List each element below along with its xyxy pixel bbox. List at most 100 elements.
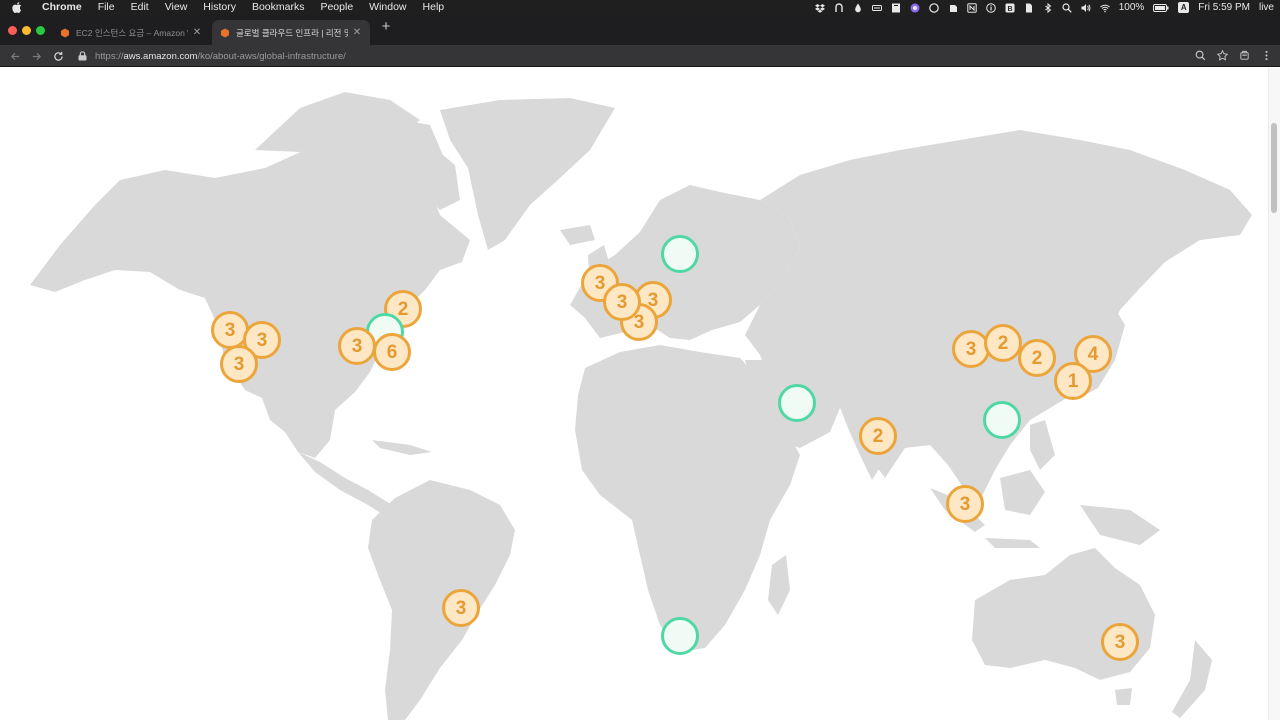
region-count: 1: [1067, 370, 1079, 392]
info-icon[interactable]: [985, 2, 996, 13]
window-maximize-button[interactable]: [36, 26, 45, 35]
region-marker-london[interactable]: 3: [603, 283, 641, 321]
upcoming-region-marker-bahrain[interactable]: [778, 384, 816, 422]
upcoming-region-marker-cape-town[interactable]: [661, 617, 699, 655]
iceland: [560, 225, 595, 245]
philippines: [1030, 420, 1055, 470]
new-zealand: [1172, 640, 1212, 718]
region-count: 3: [455, 597, 467, 619]
tab-title: 글로벌 클라우드 인프라 | 리전 및 가용: [236, 27, 348, 38]
region-count: 3: [256, 329, 268, 351]
region-marker-ningxia[interactable]: 2: [984, 324, 1022, 362]
bear-icon[interactable]: B: [1005, 3, 1015, 13]
menubar-user[interactable]: live: [1259, 2, 1274, 13]
tab-close-icon[interactable]: ✕: [192, 27, 202, 38]
window-close-button[interactable]: [8, 26, 17, 35]
browser-tab-strip: EC2 인스턴스 요금 – Amazon Web ✕ 글로벌 클라우드 인프라 …: [0, 15, 1280, 45]
menu-app-name[interactable]: Chrome: [34, 0, 90, 15]
macos-menu-bar: Chrome File Edit View History Bookmarks …: [0, 0, 1280, 15]
region-marker-sydney[interactable]: 3: [1101, 623, 1139, 661]
region-count: 3: [351, 335, 363, 357]
bluetooth-icon[interactable]: [1043, 2, 1053, 13]
url-scheme: https://: [95, 50, 124, 62]
evernote-icon[interactable]: [948, 3, 958, 13]
tab-close-icon[interactable]: ✕: [352, 27, 362, 38]
wifi-icon[interactable]: [1099, 3, 1110, 13]
region-count: 4: [1087, 343, 1099, 365]
tab-title: EC2 인스턴스 요금 – Amazon Web: [76, 27, 188, 38]
region-count: 2: [1031, 347, 1043, 369]
region-count: 3: [616, 291, 628, 313]
menu-window[interactable]: Window: [361, 0, 414, 15]
region-marker-sao-paulo[interactable]: 3: [442, 589, 480, 627]
tab-global-infrastructure[interactable]: 글로벌 클라우드 인프라 | 리전 및 가용 ✕: [212, 20, 370, 45]
search-icon[interactable]: [1062, 2, 1072, 13]
aws-favicon-icon: [60, 28, 70, 38]
upcoming-region-marker-hong-kong[interactable]: [983, 401, 1021, 439]
drop-icon[interactable]: [853, 3, 863, 13]
menu-history[interactable]: History: [195, 0, 244, 15]
region-count: 3: [224, 319, 236, 341]
address-bar[interactable]: https://aws.amazon.com/ko/about-aws/glob…: [72, 47, 1182, 65]
notion-icon[interactable]: [967, 2, 977, 13]
australia: [972, 548, 1155, 680]
region-marker-us-east-ohio[interactable]: 3: [338, 327, 376, 365]
window-minimize-button[interactable]: [22, 26, 31, 35]
region-marker-singapore[interactable]: 3: [946, 485, 984, 523]
aws-favicon-icon: [220, 28, 230, 38]
url-host: aws.amazon.com: [123, 50, 198, 62]
region-marker-us-east-virginia[interactable]: 6: [373, 333, 411, 371]
java: [985, 538, 1040, 548]
menu-people[interactable]: People: [312, 0, 361, 15]
region-count: 6: [386, 341, 398, 363]
borneo: [1000, 470, 1045, 515]
url-text[interactable]: https://aws.amazon.com/ko/about-aws/glob…: [95, 51, 346, 62]
battery-percentage: 100%: [1118, 2, 1145, 13]
menubar-clock[interactable]: Fri 5:59 PM: [1198, 2, 1250, 13]
menu-edit[interactable]: Edit: [123, 0, 157, 15]
region-marker-seoul[interactable]: 2: [1018, 339, 1056, 377]
file-icon[interactable]: [1024, 3, 1034, 13]
volume-icon[interactable]: [1081, 3, 1091, 13]
backup-icon[interactable]: [834, 2, 844, 13]
tab-ec2-pricing[interactable]: EC2 인스턴스 요금 – Amazon Web ✕: [52, 20, 210, 45]
menu-help[interactable]: Help: [415, 0, 453, 15]
region-count: 3: [233, 353, 245, 375]
extension-icon[interactable]: [1238, 49, 1250, 61]
region-count: 3: [594, 272, 606, 294]
new-tab-button[interactable]: +: [379, 19, 393, 34]
page-scrollbar[interactable]: [1268, 68, 1280, 720]
svg-text:B: B: [1007, 6, 1012, 13]
north-america-landmass: [30, 118, 470, 458]
asia: [745, 130, 1252, 500]
zoom-icon[interactable]: [1194, 49, 1206, 61]
bookmark-app-icon[interactable]: [891, 3, 901, 13]
region-marker-mumbai[interactable]: 2: [859, 417, 897, 455]
region-marker-us-west[interactable]: 3: [220, 345, 258, 383]
cuba: [372, 440, 432, 455]
battery-icon[interactable]: [1153, 3, 1169, 13]
menu-bookmarks[interactable]: Bookmarks: [244, 0, 313, 15]
apple-menu-icon[interactable]: [0, 2, 34, 13]
reload-button[interactable]: [51, 49, 65, 63]
bookmark-star-icon[interactable]: [1216, 49, 1228, 61]
menu-kebab-icon[interactable]: [1260, 49, 1272, 61]
region-count: 3: [1114, 631, 1126, 653]
region-count: 3: [965, 338, 977, 360]
activity-icon[interactable]: [928, 2, 939, 13]
dropbox-icon[interactable]: [814, 3, 825, 13]
region-count: 2: [997, 332, 1009, 354]
input-source-indicator[interactable]: A: [1178, 2, 1190, 13]
lock-icon[interactable]: [78, 51, 88, 61]
new-guinea: [1080, 505, 1160, 545]
upcoming-region-marker-stockholm[interactable]: [661, 235, 699, 273]
south-america: [368, 480, 515, 720]
back-button[interactable]: [8, 49, 22, 63]
forward-button[interactable]: [29, 49, 43, 63]
menu-view[interactable]: View: [157, 0, 196, 15]
region-marker-osaka[interactable]: 1: [1054, 362, 1092, 400]
scrollbar-thumb[interactable]: [1271, 123, 1277, 213]
keyboard-icon[interactable]: [871, 3, 882, 13]
menu-file[interactable]: File: [90, 0, 123, 15]
circle-app-icon[interactable]: [910, 3, 920, 13]
